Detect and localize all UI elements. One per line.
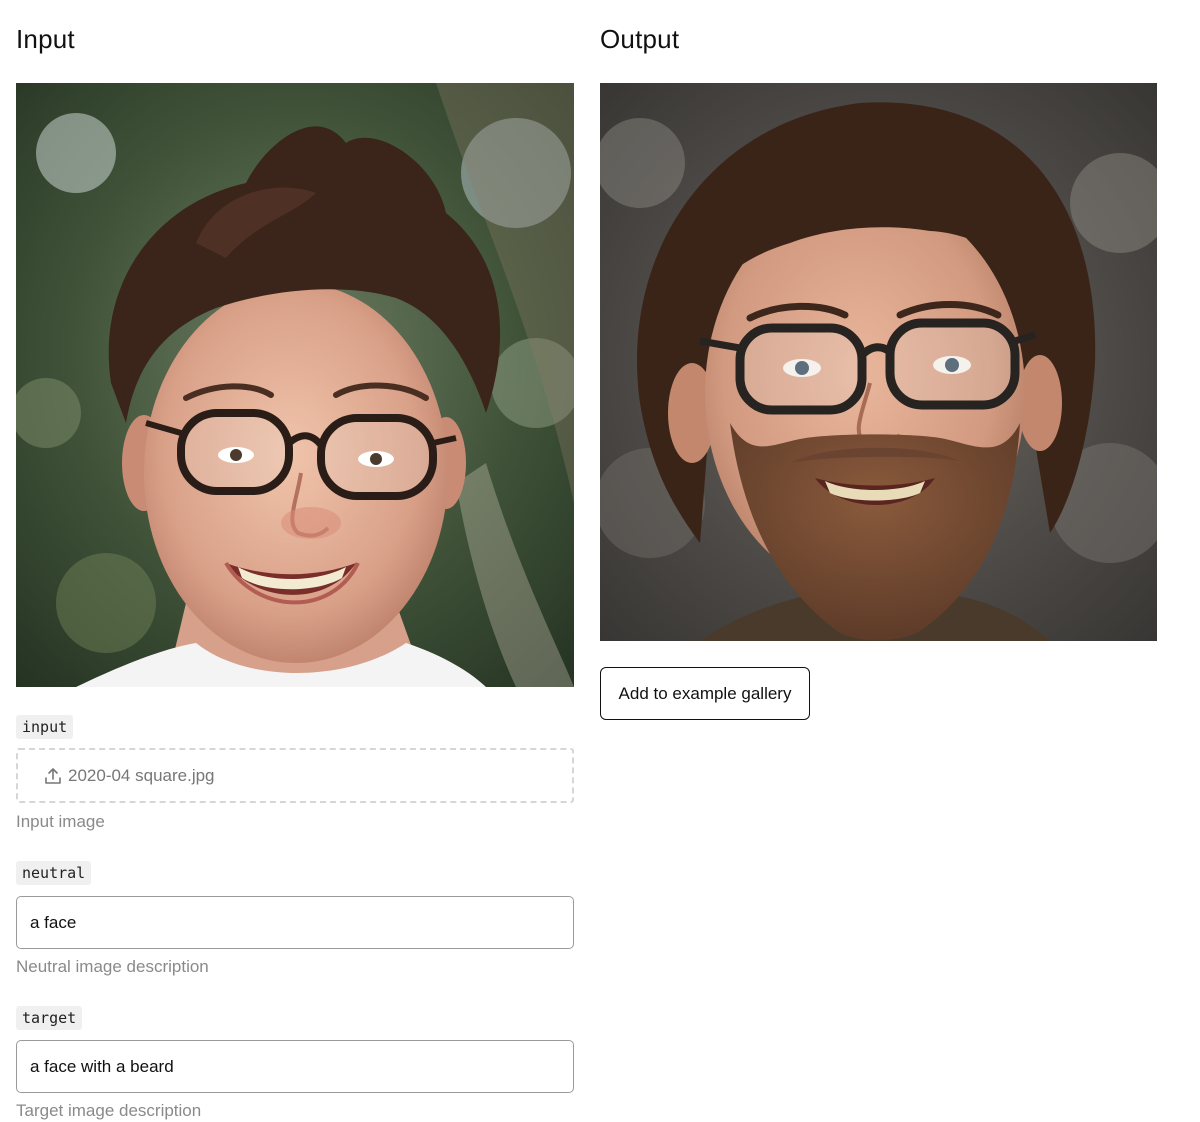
target-field-tag: target [16,1006,83,1030]
target-input[interactable] [16,1040,574,1093]
uploaded-filename: 2020-04 square.jpg [68,766,215,785]
neutral-input[interactable] [16,896,574,949]
output-heading: Output [600,24,680,54]
output-image [600,83,1157,641]
neutral-field-tag: neutral [16,861,92,885]
neutral-field-help: Neutral image description [16,957,209,976]
target-field-help: Target image description [16,1101,202,1120]
input-image [16,83,574,687]
file-dropzone[interactable]: 2020-04 square.jpg [16,748,574,803]
input-field-help: Input image [16,812,105,831]
input-field-tag: input [16,715,74,739]
add-to-gallery-button[interactable]: Add to example gallery [600,667,810,720]
input-heading: Input [16,24,75,54]
upload-icon [44,767,62,785]
